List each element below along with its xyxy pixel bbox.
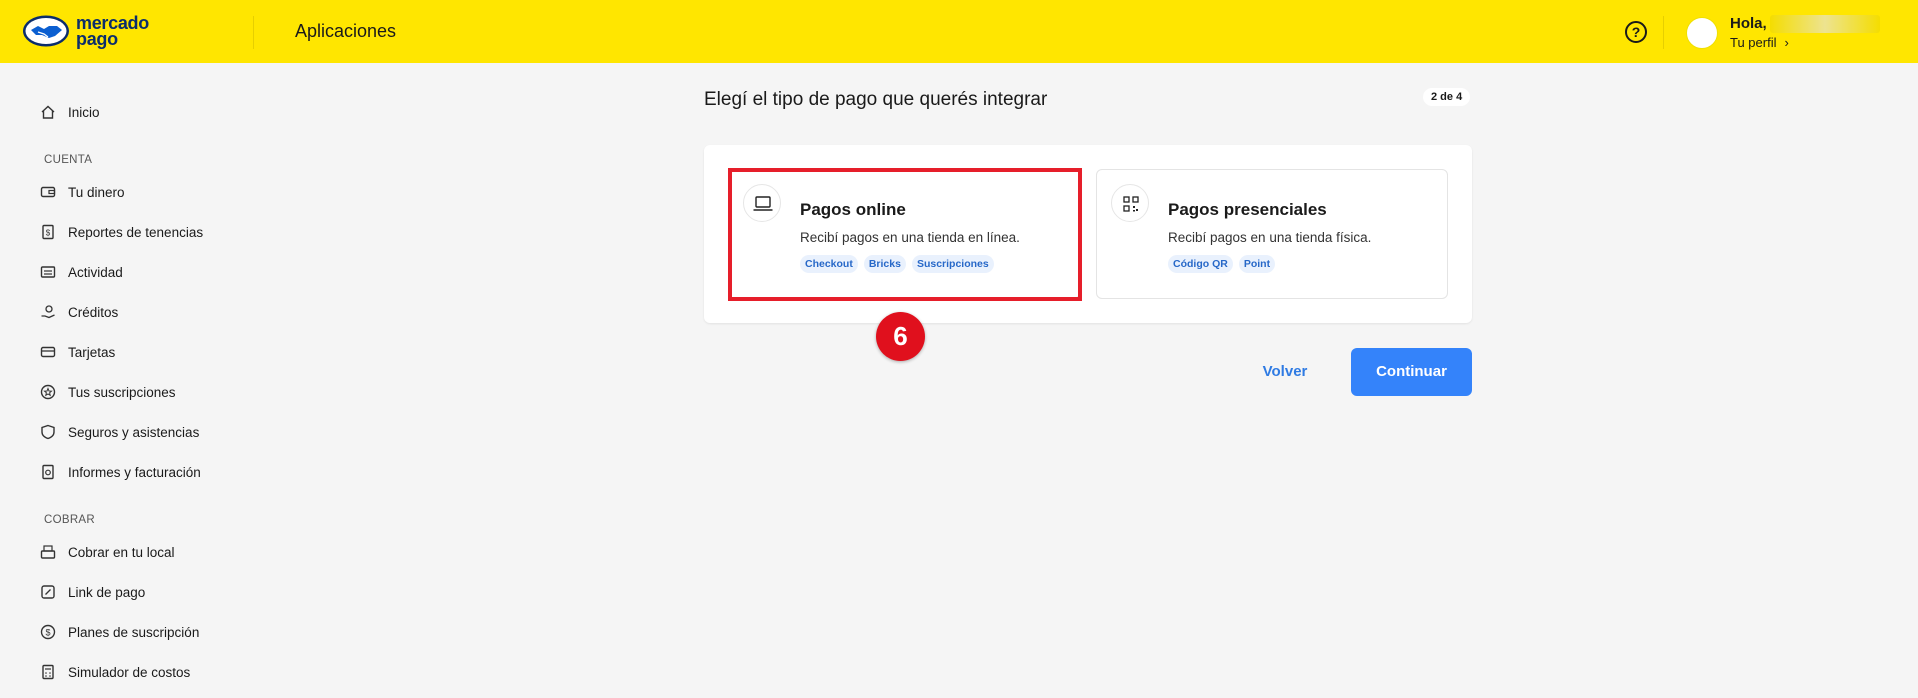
star-badge-icon: [40, 384, 56, 400]
sidebar-item-inicio[interactable]: Inicio: [40, 100, 100, 124]
credit-hand-icon: [41, 305, 55, 319]
svg-text:$: $: [46, 229, 51, 238]
qr-code-icon: [1111, 184, 1149, 222]
sidebar-item-tu-dinero[interactable]: Tu dinero: [40, 180, 125, 204]
shield-icon: [41, 424, 55, 440]
sidebar-item-simulador[interactable]: Simulador de costos: [40, 660, 190, 684]
brand-wordmark: mercado pago: [76, 13, 149, 49]
tag-chip: Point: [1238, 255, 1276, 273]
option-tags: Código QR Point: [1168, 255, 1276, 273]
sidebar-item-informes[interactable]: Informes y facturación: [40, 460, 201, 484]
sidebar-item-reportes[interactable]: $ Reportes de tenencias: [40, 220, 203, 244]
option-pagos-presenciales[interactable]: Pagos presenciales Recibí pagos en una t…: [1096, 169, 1448, 299]
option-description: Recibí pagos en una tienda física.: [1168, 230, 1372, 245]
option-title: Pagos online: [800, 200, 906, 219]
sidebar-item-creditos[interactable]: Créditos: [40, 300, 118, 324]
header-divider: [253, 16, 254, 49]
tag-chip: Suscripciones: [911, 255, 994, 273]
sidebar-item-actividad[interactable]: Actividad: [40, 260, 123, 284]
calculator-icon: [42, 664, 54, 680]
pos-terminal-icon: [40, 545, 56, 559]
invoice-icon: [42, 464, 54, 480]
page-title: Elegí el tipo de pago que querés integra…: [704, 89, 1048, 110]
profile-link[interactable]: Tu perfil ›: [1730, 35, 1789, 50]
sidebar-item-tarjetas[interactable]: Tarjetas: [40, 340, 115, 364]
wallet-icon: [40, 186, 56, 198]
tag-chip: Bricks: [863, 255, 906, 273]
mercado-pago-logo[interactable]: mercado pago: [22, 12, 157, 50]
top-header: mercado pago Aplicaciones ? Hola, Tu per…: [0, 0, 1918, 63]
page-section-title: Aplicaciones: [295, 21, 397, 41]
option-pagos-online[interactable]: Pagos online Recibí pagos en una tienda …: [728, 169, 1080, 299]
sidebar-item-suscripciones[interactable]: Tus suscripciones: [40, 380, 176, 404]
redacted-username: [1770, 15, 1880, 33]
sidebar: Inicio CUENTA Tu dinero $ Reportes de te…: [0, 63, 300, 698]
tag-chip: Checkout: [800, 255, 858, 273]
sidebar-item-cobrar-local[interactable]: Cobrar en tu local: [40, 540, 175, 564]
sidebar-item-seguros[interactable]: Seguros y asistencias: [40, 420, 199, 444]
annotation-step-marker: 6: [876, 312, 925, 361]
handshake-logo-icon: [23, 15, 69, 47]
dollar-circle-icon: $: [40, 624, 56, 640]
option-description: Recibí pagos en una tienda en línea.: [800, 230, 1020, 245]
option-tags: Checkout Bricks Suscripciones: [800, 255, 994, 273]
header-divider: [1663, 16, 1664, 49]
home-icon: [41, 105, 55, 119]
section-heading-cuenta: CUENTA: [44, 154, 93, 166]
continue-button[interactable]: Continuar: [1351, 348, 1472, 396]
tag-chip: Código QR: [1168, 255, 1233, 273]
chevron-right-icon: ›: [1784, 35, 1789, 50]
activity-icon: [40, 266, 56, 278]
section-heading-cobrar: COBRAR: [44, 514, 96, 526]
report-icon: $: [42, 224, 54, 240]
link-icon: [41, 585, 55, 599]
greeting-text: Hola,: [1730, 15, 1767, 32]
payment-type-panel: Pagos online Recibí pagos en una tienda …: [704, 145, 1472, 323]
step-indicator-badge: 2 de 4: [1423, 88, 1471, 106]
avatar[interactable]: [1686, 17, 1718, 49]
back-button[interactable]: Volver: [1245, 350, 1325, 394]
svg-text:$: $: [45, 628, 50, 638]
card-icon: [40, 346, 56, 358]
question-circle-icon[interactable]: ?: [1625, 21, 1647, 43]
sidebar-item-link-pago[interactable]: Link de pago: [40, 580, 145, 604]
sidebar-item-planes[interactable]: $ Planes de suscripción: [40, 620, 199, 644]
laptop-icon: [743, 184, 781, 222]
option-title: Pagos presenciales: [1168, 200, 1327, 219]
